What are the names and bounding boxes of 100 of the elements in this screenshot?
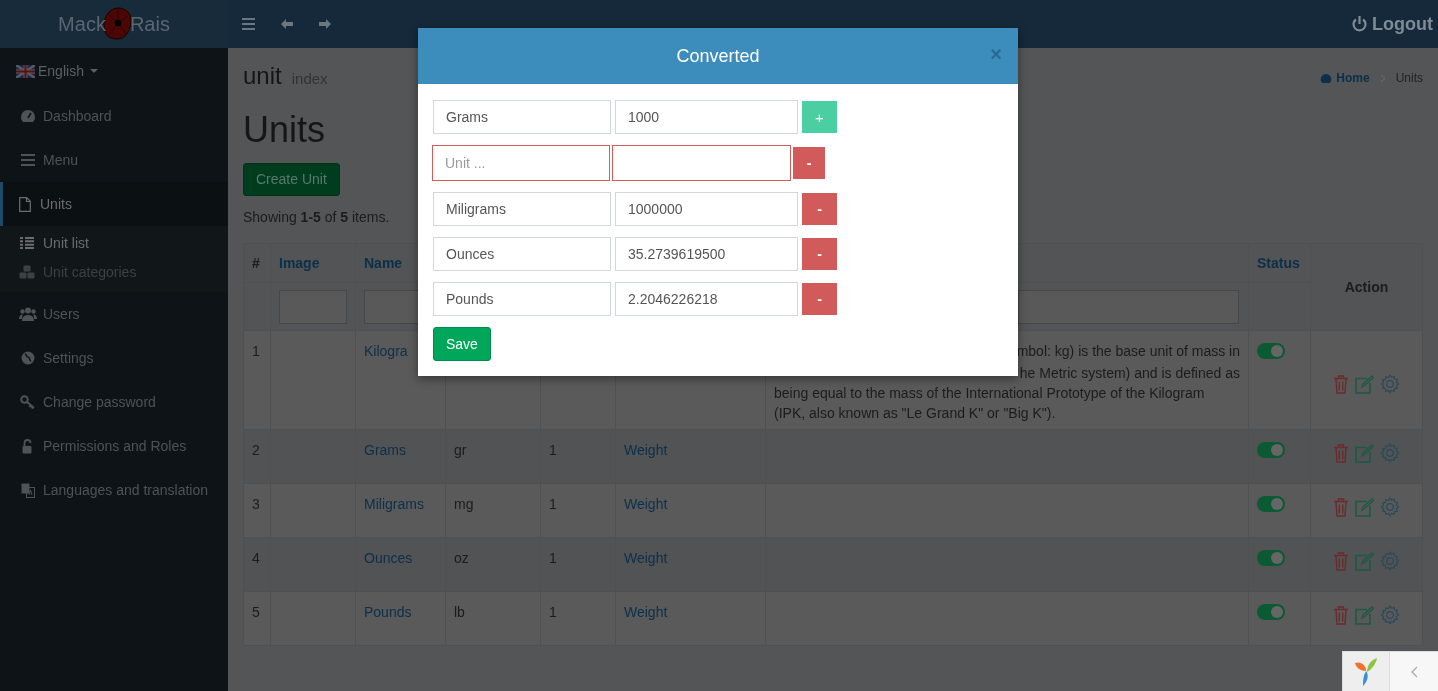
trash-icon[interactable] (1333, 551, 1349, 571)
trash-icon[interactable] (1333, 374, 1349, 394)
sidebar-item[interactable]: Settings (0, 336, 228, 380)
sidebar-item[interactable]: Permissions and Roles (0, 424, 228, 468)
edit-icon[interactable] (1355, 497, 1374, 517)
unit-name-link[interactable]: Grams (364, 442, 406, 458)
forward-arrow-icon[interactable] (319, 19, 331, 29)
submenu-item[interactable]: Unit list (0, 228, 228, 257)
value-field[interactable]: 2.2046226218 (615, 282, 798, 316)
trash-icon[interactable] (1333, 497, 1349, 517)
edit-icon[interactable] (1355, 605, 1374, 625)
edit-icon[interactable] (1355, 374, 1374, 394)
trash-icon[interactable] (1333, 605, 1349, 625)
symbol-text: gr (454, 442, 467, 458)
save-button[interactable]: Save (433, 327, 491, 361)
back-arrow-icon[interactable] (281, 19, 293, 29)
unit-name-link[interactable]: Ounces (364, 550, 413, 566)
row-number: 3 (252, 496, 260, 512)
close-button[interactable]: × (990, 44, 1002, 64)
filter-field[interactable] (1018, 289, 1239, 324)
edit-icon[interactable] (1355, 443, 1374, 463)
cubes-icon (19, 264, 35, 279)
edit-icon[interactable] (1355, 551, 1374, 571)
sidebar-item[interactable]: Users (0, 292, 228, 336)
remove-button[interactable]: - (802, 238, 837, 270)
logo[interactable]: Mack Rais (58, 4, 170, 44)
add-button[interactable]: + (802, 101, 837, 133)
list-icon (19, 236, 35, 249)
factor-text: 1 (549, 604, 557, 620)
unit-name-link[interactable]: Kilogra (364, 343, 408, 359)
sidebar-item[interactable]: Units (0, 182, 228, 226)
key-icon (19, 395, 37, 409)
sort-link[interactable]: Name (364, 255, 403, 271)
remove-button[interactable]: - (802, 193, 837, 225)
sort-link[interactable]: Image (279, 255, 320, 271)
row-number: 1 (252, 343, 260, 359)
page-title: unit (243, 62, 282, 90)
power-icon (1352, 16, 1367, 32)
globe-icon (19, 351, 37, 365)
value-field[interactable] (612, 145, 791, 181)
unit-field[interactable]: Ounces (433, 237, 611, 271)
value-field[interactable]: 35.2739619500 (615, 237, 798, 271)
value-field[interactable]: 1000 (615, 100, 798, 134)
sidebar-item[interactable]: Menu (0, 138, 228, 182)
status-toggle[interactable] (1257, 442, 1285, 458)
description-text: being equal to the mass of the International Prototype of the Kilogram (774, 384, 1206, 403)
value-field[interactable]: 1000000 (615, 192, 798, 226)
menu-icon (19, 154, 37, 166)
filter-field[interactable] (364, 289, 419, 324)
modal-title: Converted (676, 45, 760, 67)
users-icon (19, 307, 37, 321)
unit-field[interactable]: Unit ... (432, 145, 610, 181)
unit-field[interactable]: Pounds (433, 282, 611, 316)
settings-icon[interactable] (1380, 551, 1400, 571)
factor-text: 1 (549, 496, 557, 512)
trash-icon[interactable] (1333, 443, 1349, 463)
language-selector[interactable]: English (38, 63, 84, 79)
settings-icon[interactable] (1380, 605, 1400, 625)
chevron-icon[interactable] (1410, 665, 1418, 678)
status-toggle[interactable] (1257, 496, 1285, 512)
row-number: 5 (252, 604, 260, 620)
sidebar-item[interactable]: Change password (0, 380, 228, 424)
symbol-text: lb (454, 604, 465, 620)
factor-text: 1 (549, 550, 557, 566)
flag-icon (16, 64, 35, 78)
caret-icon (89, 68, 98, 74)
breadcrumb-link[interactable]: Home (1336, 71, 1370, 85)
symbol-text: oz (454, 550, 469, 566)
symbol-text: mg (454, 496, 474, 512)
translate-icon (19, 482, 37, 498)
unit-name-link[interactable]: Miligrams (364, 496, 424, 512)
description-text: (IPK, also known as "Le Grand K" or "Big K"). (774, 404, 1057, 423)
sidebar-item[interactable]: Dashboard (0, 94, 228, 138)
logout-link[interactable]: Logout (1372, 13, 1433, 35)
row-number: 2 (252, 442, 260, 458)
create-button[interactable]: Create Unit (243, 163, 340, 196)
document-icon (16, 196, 34, 212)
settings-icon[interactable] (1380, 443, 1400, 463)
summary-text: Showing 1-5 of 5 items. (243, 208, 390, 227)
column-header: Action (1344, 279, 1389, 295)
remove-button[interactable]: - (802, 283, 837, 315)
settings-icon[interactable] (1380, 374, 1400, 395)
status-toggle[interactable] (1257, 604, 1285, 620)
row-number: 4 (252, 550, 260, 566)
remove-button[interactable]: - (793, 147, 825, 179)
category-link[interactable]: Weight (624, 496, 668, 512)
leaf-logo-icon[interactable] (1353, 656, 1379, 687)
category-link[interactable]: Weight (624, 604, 668, 620)
factor-text: 1 (549, 442, 557, 458)
category-link[interactable]: Weight (624, 550, 668, 566)
status-toggle[interactable] (1257, 550, 1285, 566)
sidebar-item[interactable]: Languages and translation (0, 468, 228, 512)
settings-icon[interactable] (1380, 497, 1400, 517)
unit-field[interactable]: Grams (433, 100, 611, 134)
unit-field[interactable]: Miligrams (433, 192, 611, 226)
category-link[interactable]: Weight (624, 442, 668, 458)
status-toggle[interactable] (1257, 343, 1285, 359)
unit-name-link[interactable]: Pounds (364, 604, 412, 620)
description-text: mbol: kg) is the base unit of mass in (1015, 342, 1240, 361)
menu-icon[interactable] (242, 18, 255, 30)
